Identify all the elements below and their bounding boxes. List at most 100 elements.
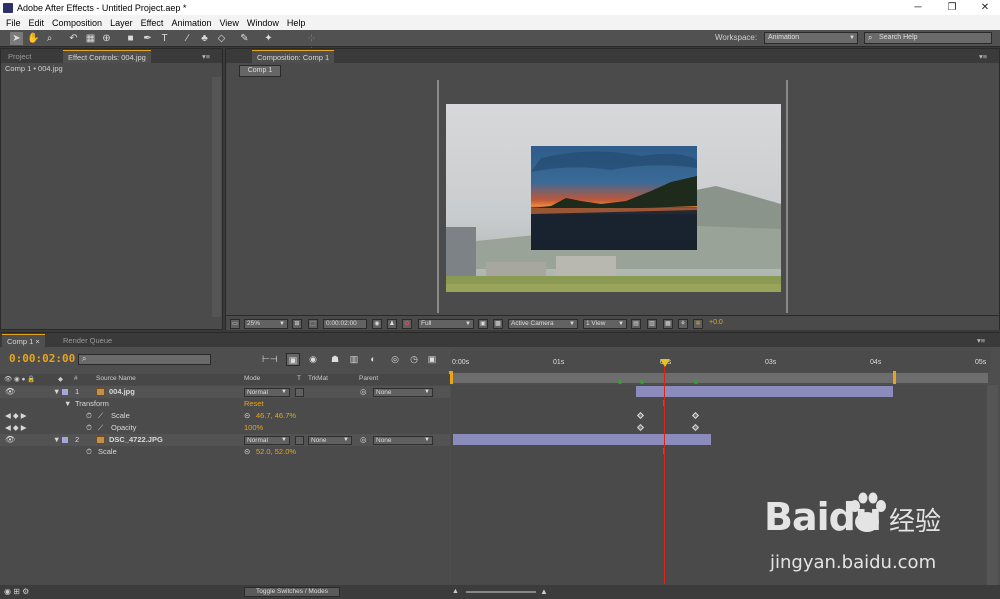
time-ruler[interactable]: 0:00s 01s 02s 03s 04s 05s: [451, 350, 991, 372]
transform-group-row[interactable]: ▼ Transform Reset: [0, 398, 450, 410]
hide-shy-layers-icon[interactable]: ☗: [328, 353, 342, 366]
preserve-transparency-checkbox[interactable]: [295, 388, 304, 397]
pen-tool-icon[interactable]: ✒: [141, 32, 154, 45]
constrain-link-icon[interactable]: ⊝: [244, 446, 250, 458]
stopwatch-icon[interactable]: ⏱: [86, 410, 92, 422]
work-area-bar[interactable]: [451, 373, 988, 383]
column-source-name[interactable]: Source Name: [96, 375, 136, 382]
track-matte-select[interactable]: None ▼: [308, 436, 352, 445]
timeline-timecode[interactable]: 0:00:02:00: [9, 352, 75, 365]
left-panel-scrollbar[interactable]: [212, 77, 221, 317]
scale-value[interactable]: 52.0, 52.0%: [256, 446, 296, 458]
snapshot-icon[interactable]: ◉: [372, 319, 382, 329]
close-icon[interactable]: ×: [35, 337, 39, 346]
flowchart-icon[interactable]: ⚘: [678, 319, 688, 329]
parent-select[interactable]: None ▼: [373, 436, 433, 445]
menu-edit[interactable]: Edit: [25, 18, 49, 28]
menu-effect[interactable]: Effect: [137, 18, 168, 28]
layer-name[interactable]: 004.jpg: [109, 386, 135, 398]
eraser-tool-icon[interactable]: ◇: [215, 32, 228, 45]
draft-3d-icon[interactable]: ◉: [306, 353, 320, 366]
toggle-pixel-aspect-icon[interactable]: ▤: [631, 319, 641, 329]
twirl-down-icon[interactable]: ▼: [53, 386, 60, 398]
timeline-zoom-slider[interactable]: [466, 591, 536, 593]
resolution-select[interactable]: Full ▼: [418, 319, 474, 329]
stopwatch-icon[interactable]: ⏱: [86, 446, 92, 458]
layer-row-2[interactable]: 👁 ▼ 2 DSC_4722.JPG Normal ▼ None ▼ ◎ None ▼: [0, 434, 450, 446]
camera-tool-icon[interactable]: ▦: [84, 32, 97, 45]
eye-icon[interactable]: 👁: [5, 434, 15, 446]
playhead-handle[interactable]: [660, 359, 670, 367]
frame-blending-icon[interactable]: ▥: [347, 353, 361, 366]
timeline-search-input[interactable]: ⌕: [78, 354, 211, 365]
menu-file[interactable]: File: [2, 18, 25, 28]
parent-select[interactable]: None ▼: [373, 388, 433, 397]
menu-view[interactable]: View: [215, 18, 242, 28]
parent-pickwhip-icon[interactable]: ◎: [360, 386, 367, 398]
menu-window[interactable]: Window: [243, 18, 283, 28]
menu-composition[interactable]: Composition: [48, 18, 106, 28]
restore-button[interactable]: ❐: [937, 0, 967, 15]
minimize-button[interactable]: ─: [903, 0, 933, 15]
composition-viewer[interactable]: [228, 79, 998, 315]
opacity-property-row[interactable]: ◀ ◆ ▶ ⏱ ⟋ Opacity 100%: [0, 422, 450, 434]
pan-behind-tool-icon[interactable]: ⊕: [100, 32, 113, 45]
comp-panel-menu-icon[interactable]: ▾≡: [974, 50, 992, 63]
preserve-transparency-checkbox[interactable]: [295, 436, 304, 445]
channel-icon[interactable]: ✿: [402, 319, 412, 329]
hand-tool-icon[interactable]: ✋: [27, 32, 40, 45]
view-layout-select[interactable]: 1 View ▼: [583, 319, 627, 329]
always-preview-icon[interactable]: ▭: [230, 319, 240, 329]
brainstorm-icon[interactable]: ◎: [388, 353, 402, 366]
toggle-switches-modes-button[interactable]: Toggle Switches / Modes: [244, 587, 340, 597]
label-color-swatch[interactable]: [62, 389, 68, 395]
scale-value[interactable]: 46.7, 46.7%: [256, 410, 296, 422]
menu-layer[interactable]: Layer: [106, 18, 137, 28]
comp-mini-flowchart-icon[interactable]: ⊢⊣: [262, 353, 278, 366]
camera-view-select[interactable]: Active Camera ▼: [508, 319, 578, 329]
footer-icons[interactable]: ◉ ⊞ ⚙: [4, 587, 29, 596]
menu-animation[interactable]: Animation: [167, 18, 215, 28]
zoom-in-icon[interactable]: ▲: [540, 587, 548, 596]
keyframe[interactable]: [636, 411, 645, 420]
puppet-pin-tool-icon[interactable]: ✦: [262, 32, 275, 45]
keyframe-navigator-icon[interactable]: ◀ ◆ ▶: [5, 410, 26, 422]
fast-previews-icon[interactable]: ▥: [647, 319, 657, 329]
menu-help[interactable]: Help: [283, 18, 310, 28]
exposure-value[interactable]: +0.0: [709, 319, 723, 326]
current-time-field[interactable]: 0:00:02:00: [323, 319, 367, 329]
mask-toggle-icon[interactable]: ⬚: [308, 319, 318, 329]
live-update-icon[interactable]: ▣: [286, 353, 300, 366]
blend-mode-select[interactable]: Normal ▼: [244, 388, 290, 397]
keyframe-navigator-icon[interactable]: ◀ ◆ ▶: [5, 422, 26, 434]
work-area-end-handle[interactable]: [893, 371, 896, 384]
stopwatch-icon[interactable]: ⏱: [86, 422, 92, 434]
close-button[interactable]: ✕: [970, 0, 1000, 15]
keyframe[interactable]: [636, 423, 645, 432]
brush-tool-icon[interactable]: ∕: [181, 32, 194, 45]
motion-blur-icon[interactable]: ◐: [366, 353, 380, 366]
exposure-icon[interactable]: ✲: [693, 319, 703, 329]
tab-comp-1[interactable]: Comp 1 ×: [2, 334, 45, 347]
layer-name[interactable]: DSC_4722.JPG: [109, 434, 163, 446]
timeline-scrollbar[interactable]: [987, 385, 998, 585]
constrain-link-icon[interactable]: ⊝: [244, 410, 250, 422]
tab-composition[interactable]: Composition: Comp 1: [252, 50, 335, 63]
zoom-out-icon[interactable]: ▲: [452, 588, 459, 595]
magnification-select[interactable]: 25% ▼: [244, 319, 288, 329]
twirl-down-icon[interactable]: ▼: [53, 434, 60, 446]
auto-keyframe-icon[interactable]: ◷: [407, 353, 421, 366]
graph-editor-icon[interactable]: ▣: [425, 353, 439, 366]
workspace-select[interactable]: Animation ▼: [764, 32, 858, 44]
zoom-tool-icon[interactable]: ⌕: [43, 32, 56, 45]
timeline-menu-icon[interactable]: ▾≡: [972, 334, 990, 347]
roto-brush-tool-icon[interactable]: ✎: [238, 32, 251, 45]
keyframe[interactable]: [691, 423, 700, 432]
selection-tool-icon[interactable]: ➤: [10, 32, 23, 45]
opacity-value[interactable]: 100%: [244, 422, 263, 434]
show-snapshot-icon[interactable]: ♟: [387, 319, 397, 329]
layer-1-duration-bar[interactable]: [636, 386, 893, 397]
tab-project[interactable]: Project: [3, 50, 36, 63]
transform-reset-link[interactable]: Reset: [244, 398, 264, 410]
clone-stamp-tool-icon[interactable]: ♣: [198, 32, 211, 45]
